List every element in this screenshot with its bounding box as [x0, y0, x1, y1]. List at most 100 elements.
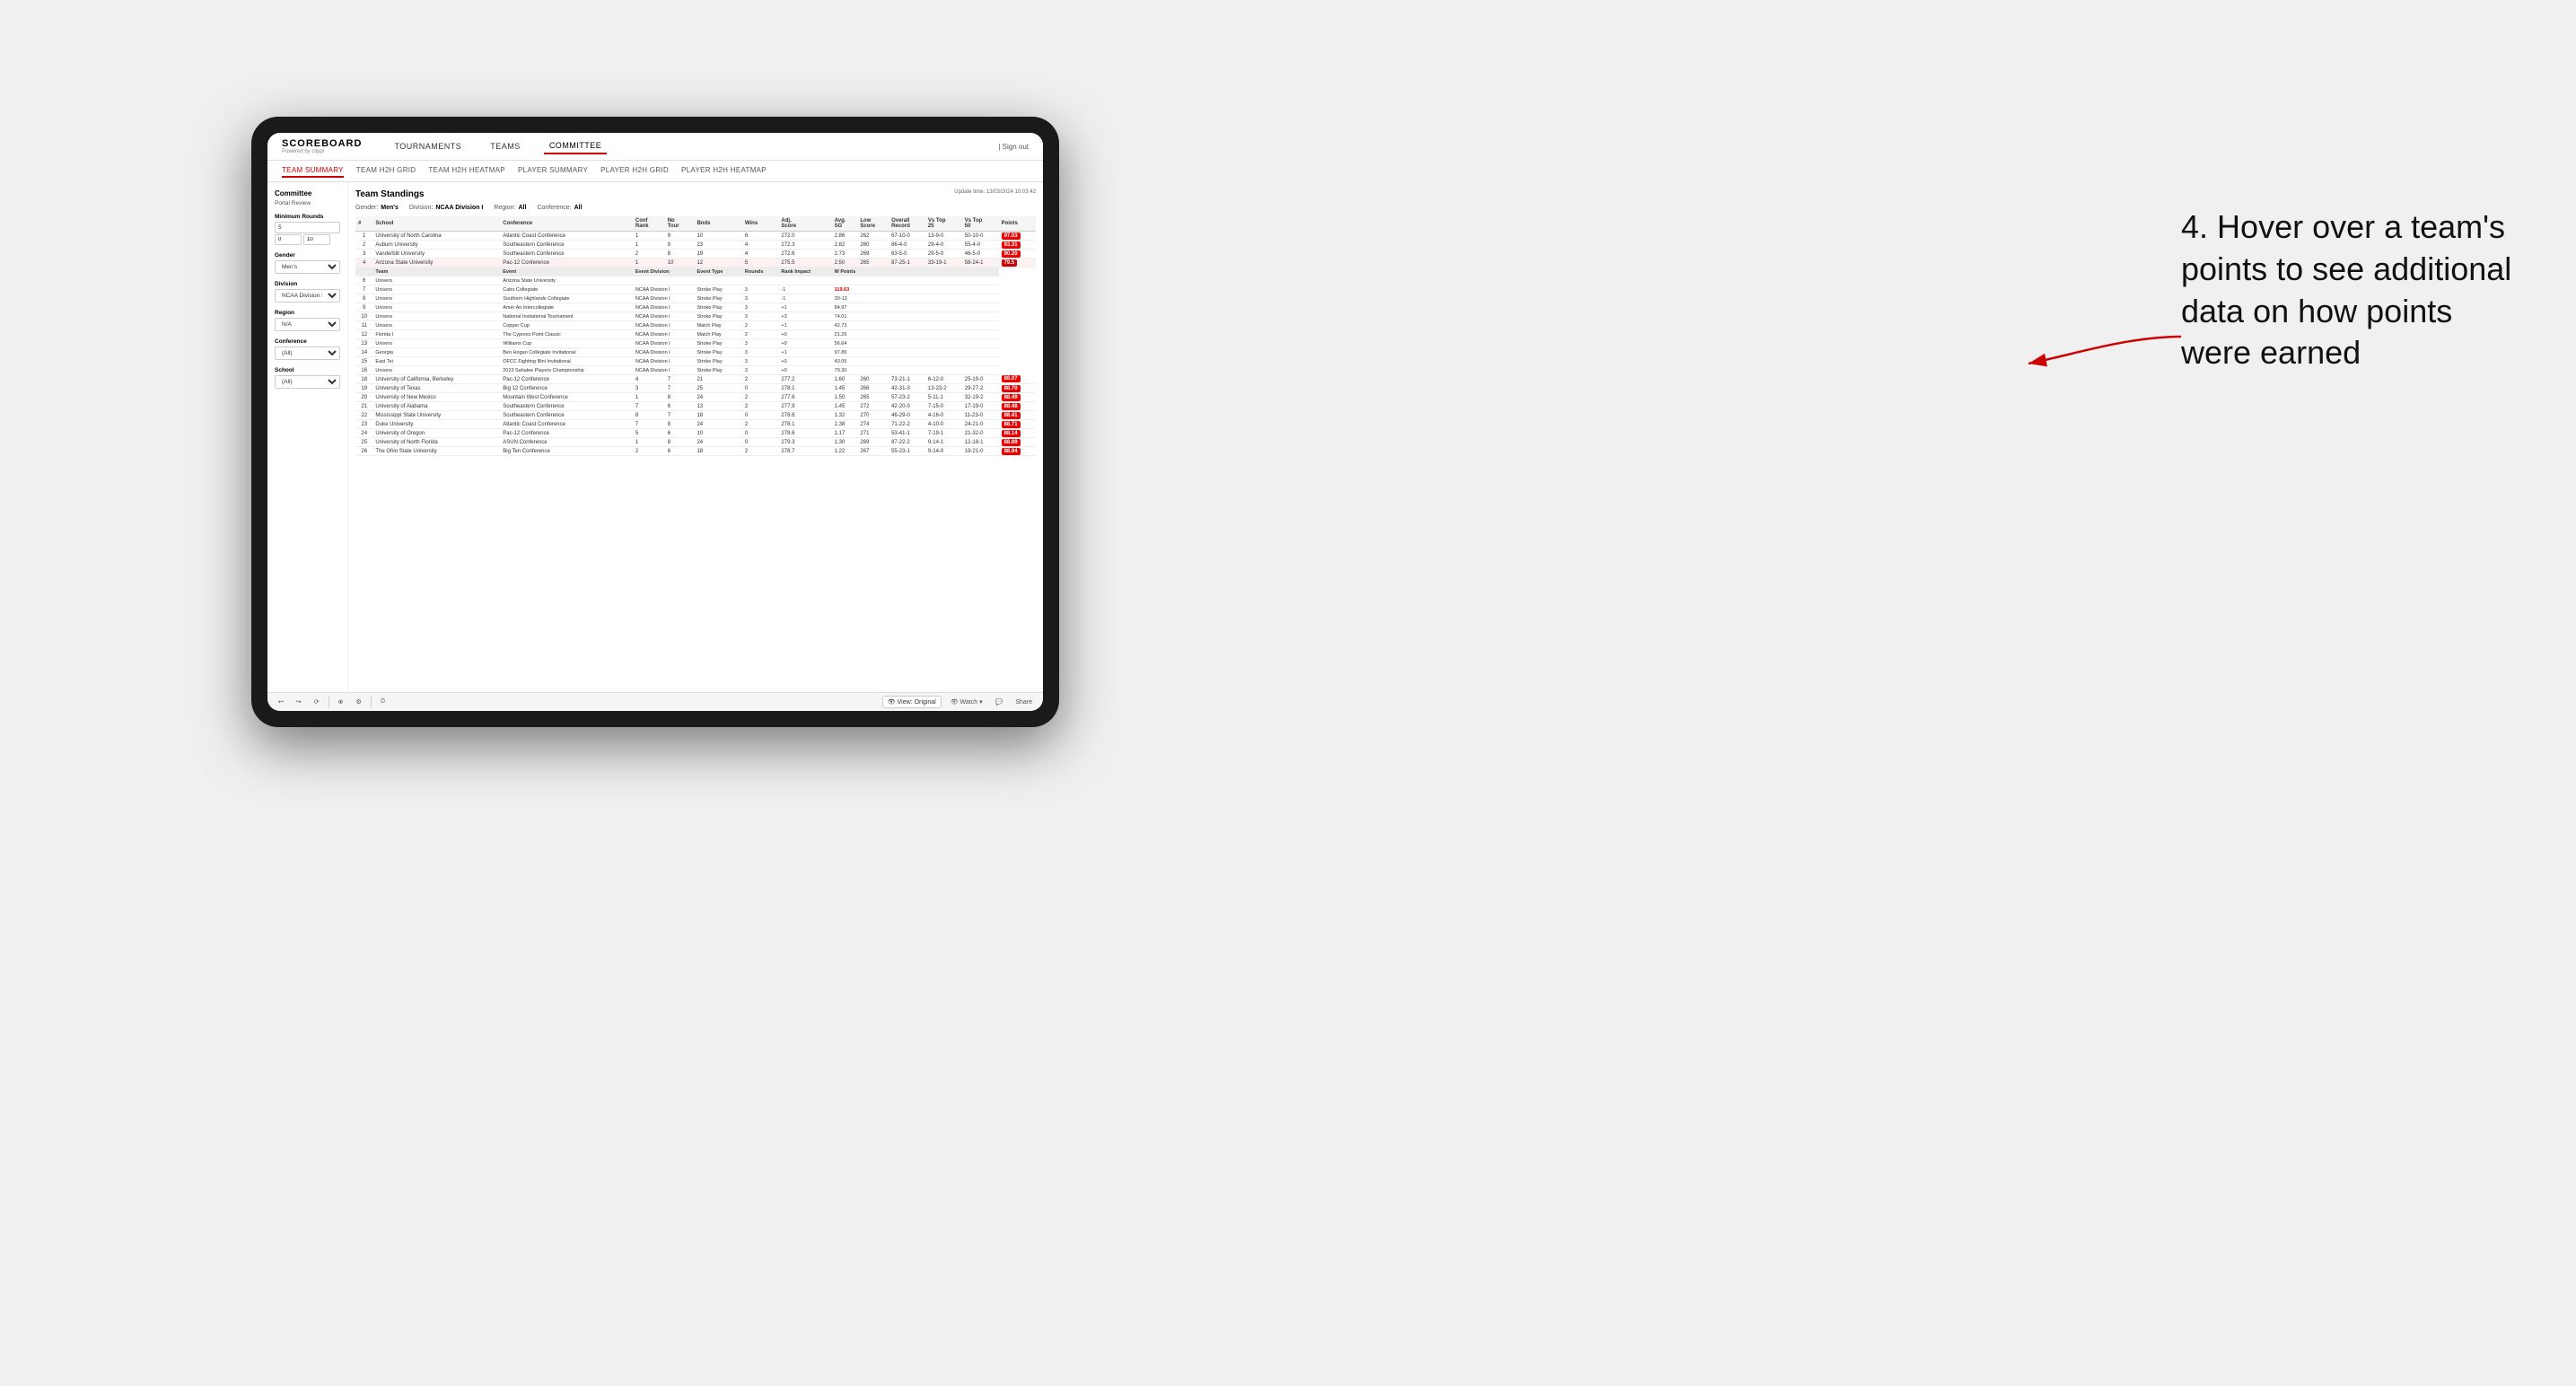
filter-conference: Conference: All: [537, 205, 582, 211]
col-adj-score: Adj.Score: [778, 216, 831, 232]
cell-no-tour: 9: [665, 232, 695, 241]
cell-conference: Southeastern Conference: [500, 250, 633, 259]
cell-rank: 3: [355, 250, 372, 259]
col-points: Points: [999, 216, 1036, 232]
undo-button[interactable]: ↩: [275, 697, 287, 707]
tooltip-col-team: Team: [372, 268, 500, 276]
table-row[interactable]: 21 University of Alabama Southeastern Co…: [355, 402, 1036, 411]
table-row[interactable]: 20 University of New Mexico Mountain Wes…: [355, 393, 1036, 402]
sidebar-conference: Conference (All): [275, 338, 340, 360]
cell-points[interactable]: 97.03: [999, 232, 1036, 241]
cell-wins: 6: [742, 232, 779, 241]
table-row[interactable]: 3 Vanderbilt University Southeastern Con…: [355, 250, 1036, 259]
table-row[interactable]: 19 University of Texas Big 12 Conference…: [355, 384, 1036, 393]
cell-overall: 63-5-0: [889, 250, 925, 259]
cell-conf-rank: 1: [633, 259, 665, 268]
sign-out[interactable]: | Sign out: [998, 143, 1029, 151]
school-label: School: [275, 367, 340, 373]
logo-sub: Powered by clippi: [282, 149, 362, 154]
bottom-toolbar: ↩ ↪ ⟳ ⊕ ⚙ ⏱ 👁 View: Original 👁 Watch ▾ 💬…: [267, 692, 1043, 711]
filter-region: Region: All: [494, 205, 526, 211]
cell-rank: 1: [355, 232, 372, 241]
table-row: 13 Univers Williams Cup NCAA Division I …: [355, 339, 1036, 348]
tab-player-summary[interactable]: PLAYER SUMMARY: [518, 164, 588, 178]
cell-avg-sg: 2.86: [832, 232, 858, 241]
cell-school: Auburn University: [372, 241, 500, 250]
cell-no-tour: 10: [665, 259, 695, 268]
cell-bnds: 19: [694, 250, 741, 259]
division-select[interactable]: NCAA Division I: [275, 289, 340, 303]
table-row[interactable]: 25 University of North Florida ASUN Conf…: [355, 438, 1036, 447]
gender-label: Gender: [275, 252, 340, 259]
cell-bnds: 10: [694, 232, 741, 241]
cell-points[interactable]: 93.31: [999, 241, 1036, 250]
cell-bnds: 12: [694, 259, 741, 268]
cell-vs-top25: 29-4-0: [925, 241, 962, 250]
sidebar-title: Committee: [275, 189, 340, 198]
cell-rank: 2: [355, 241, 372, 250]
tab-team-h2h-grid[interactable]: TEAM H2H GRID: [356, 164, 416, 178]
share-button[interactable]: Share: [1012, 697, 1036, 707]
comment-button[interactable]: 💬: [992, 697, 1007, 707]
table-row[interactable]: 24 University of Oregon Pac-12 Conferenc…: [355, 429, 1036, 438]
cell-school: Arizona State University: [372, 259, 500, 268]
school-select[interactable]: (All): [275, 375, 340, 389]
settings-button[interactable]: ⚙: [353, 697, 365, 707]
cell-school: University of North Carolina: [372, 232, 500, 241]
tab-team-summary[interactable]: TEAM SUMMARY: [282, 164, 344, 178]
cell-points[interactable]: 79.5: [999, 259, 1036, 268]
table-row[interactable]: 22 Mississippi State University Southeas…: [355, 411, 1036, 420]
table-row[interactable]: 18 University of California, Berkeley Pa…: [355, 375, 1036, 384]
tab-player-h2h-grid[interactable]: PLAYER H2H GRID: [600, 164, 669, 178]
table-row[interactable]: 23 Duke University Atlantic Coast Confer…: [355, 420, 1036, 429]
nav-teams[interactable]: TEAMS: [485, 139, 526, 154]
sidebar-region: Region N/A: [275, 310, 340, 331]
cell-overall: 67-10-0: [889, 232, 925, 241]
refresh-button[interactable]: ⟳: [311, 697, 323, 707]
tab-player-h2h-heatmap[interactable]: PLAYER H2H HEATMAP: [681, 164, 767, 178]
cell-low-score: 260: [857, 241, 889, 250]
col-vs-top25: Vs Top25: [925, 216, 962, 232]
region-label: Region: [275, 310, 340, 316]
main-content: Committee Portal Review Minimum Rounds G…: [267, 182, 1043, 692]
table-row-highlighted[interactable]: 4 Arizona State University Pac-12 Confer…: [355, 259, 1036, 268]
report-title: Team Standings: [355, 189, 425, 199]
gender-select[interactable]: Men's: [275, 260, 340, 274]
timer-button[interactable]: ⏱: [377, 697, 389, 707]
table-row: 11 Univers Copper Cup NCAA Division I Ma…: [355, 321, 1036, 330]
col-school: School: [372, 216, 500, 232]
sidebar-gender: Gender Men's: [275, 252, 340, 274]
table-row[interactable]: 26 The Ohio State University Big Ten Con…: [355, 447, 1036, 456]
redo-button[interactable]: ↪: [293, 697, 305, 707]
sidebar: Committee Portal Review Minimum Rounds G…: [267, 182, 348, 692]
conference-select[interactable]: (All): [275, 346, 340, 360]
table-row[interactable]: 2 Auburn University Southeastern Confere…: [355, 241, 1036, 250]
view-original-button[interactable]: 👁 View: Original: [882, 696, 942, 708]
slider-max[interactable]: [303, 234, 330, 245]
nav-tournaments[interactable]: TOURNAMENTS: [389, 139, 467, 154]
table-header-row: # School Conference ConfRank NoTour Bnds…: [355, 216, 1036, 232]
table-row[interactable]: 1 University of North Carolina Atlantic …: [355, 232, 1036, 241]
tooltip-col-rank-impact: Rank Impact: [778, 268, 831, 276]
sidebar-school: School (All): [275, 367, 340, 389]
tooltip-header-row: Team Event Event Division Event Type Rou…: [355, 268, 1036, 276]
min-rounds-input[interactable]: [275, 222, 340, 233]
logo-area: SCOREBOARD Powered by clippi: [282, 138, 362, 154]
tab-team-h2h-heatmap[interactable]: TEAM H2H HEATMAP: [428, 164, 505, 178]
nav-committee[interactable]: COMMITTEE: [544, 138, 608, 154]
toolbar-divider-2: [371, 697, 372, 707]
tooltip-col-rounds: Rounds: [742, 268, 779, 276]
slider-min[interactable]: [275, 234, 302, 245]
cell-wins: 4: [742, 250, 779, 259]
table-row: 15 East Tei OFCC Fighting Illini Invitat…: [355, 357, 1036, 366]
filter-gender: Gender: Men's: [355, 205, 399, 211]
region-select[interactable]: N/A: [275, 318, 340, 331]
watch-button[interactable]: 👁 Watch ▾: [947, 697, 986, 707]
cell-adj-score: 272.3: [778, 241, 831, 250]
cell-avg-sg: 2.82: [832, 241, 858, 250]
cell-points[interactable]: 90.20: [999, 250, 1036, 259]
copy-button[interactable]: ⊕: [335, 697, 347, 707]
cell-avg-sg: 2.50: [832, 259, 858, 268]
tablet-screen: SCOREBOARD Powered by clippi TOURNAMENTS…: [267, 133, 1043, 711]
table-row: 12 Florida I The Cypress Point Classic N…: [355, 330, 1036, 339]
